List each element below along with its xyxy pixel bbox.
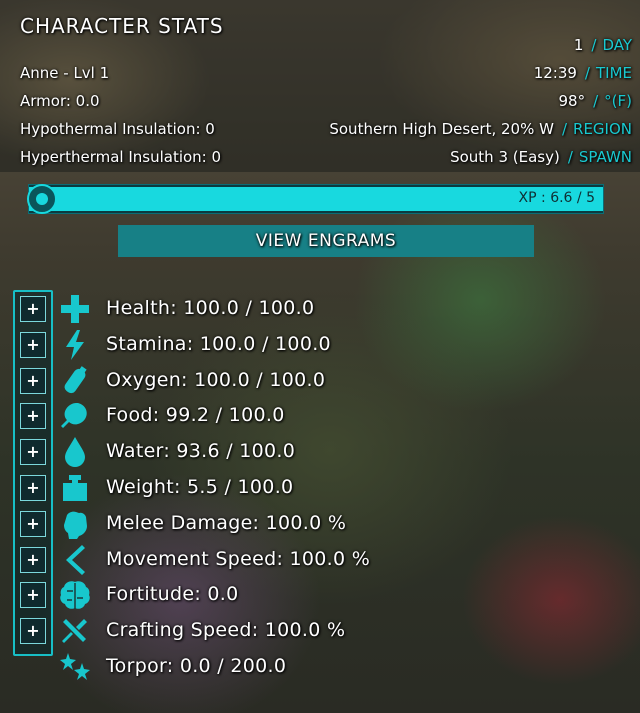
upgrade-fortitude-brain-button[interactable]: + — [20, 582, 46, 608]
crafting-tools-icon — [58, 614, 92, 648]
xp-progress-bar: XP : 6.6 / 5 — [27, 184, 604, 214]
xp-label: XP : 6.6 / 5 — [518, 190, 595, 206]
stat-row-text: Oxygen: 100.0 / 100.0 — [106, 369, 326, 391]
stamina-bolt-icon — [58, 328, 92, 362]
movement-icon — [58, 543, 92, 577]
stat-row-text: Stamina: 100.0 / 100.0 — [106, 333, 331, 355]
stat-row-text: Water: 93.6 / 100.0 — [106, 440, 296, 462]
stat-row-text: Torpor: 0.0 / 200.0 — [106, 655, 287, 677]
upgrade-food-meat-button[interactable]: + — [20, 403, 46, 429]
hyperthermal-insulation: Hyperthermal Insulation: 0 — [20, 148, 222, 166]
health-cross-icon — [58, 292, 92, 326]
day-info: 1/DAY — [573, 36, 632, 54]
upgrade-stamina-bolt-button[interactable]: + — [20, 332, 46, 358]
upgrade-melee-fist-button[interactable]: + — [20, 511, 46, 537]
view-engrams-button[interactable]: VIEW ENGRAMS — [118, 225, 534, 257]
stat-row-text: Movement Speed: 100.0 % — [106, 548, 371, 570]
fortitude-brain-icon — [58, 578, 92, 612]
weight-icon — [58, 471, 92, 505]
upgrade-weight-button[interactable]: + — [20, 475, 46, 501]
stat-row-text: Food: 99.2 / 100.0 — [106, 404, 285, 426]
upgrade-crafting-tools-button[interactable]: + — [20, 618, 46, 644]
stat-row-text: Fortitude: 0.0 — [106, 583, 239, 605]
armor-value: Armor: 0.0 — [20, 92, 100, 110]
oxygen-tank-icon — [58, 364, 92, 398]
xp-progress-fill — [29, 187, 603, 211]
region-info: Southern High Desert, 20% W / REGION — [329, 120, 632, 138]
upgrade-water-drop-button[interactable]: + — [20, 439, 46, 465]
water-drop-icon — [58, 435, 92, 469]
spawn-info: South 3 (Easy) / SPAWN — [450, 148, 632, 166]
food-meat-icon — [58, 399, 92, 433]
hypothermal-insulation: Hypothermal Insulation: 0 — [20, 120, 215, 138]
stat-row-text: Health: 100.0 / 100.0 — [106, 297, 315, 319]
temperature-info: 98° / °(F) — [558, 92, 633, 110]
upgrade-movement-button[interactable]: + — [20, 547, 46, 573]
stat-row-text: Melee Damage: 100.0 % — [106, 512, 347, 534]
melee-fist-icon — [58, 507, 92, 541]
stat-row-text: Weight: 5.5 / 100.0 — [106, 476, 294, 498]
time-info: 12:39/TIME — [533, 64, 632, 82]
torpor-stars-icon — [58, 650, 92, 684]
stat-row-text: Crafting Speed: 100.0 % — [106, 619, 346, 641]
upgrade-health-cross-button[interactable]: + — [20, 296, 46, 322]
upgrade-oxygen-tank-button[interactable]: + — [20, 368, 46, 394]
xp-orb-icon — [27, 184, 57, 214]
panel-title: CHARACTER STATS — [20, 14, 224, 38]
character-name-level: Anne - Lvl 1 — [20, 64, 110, 82]
